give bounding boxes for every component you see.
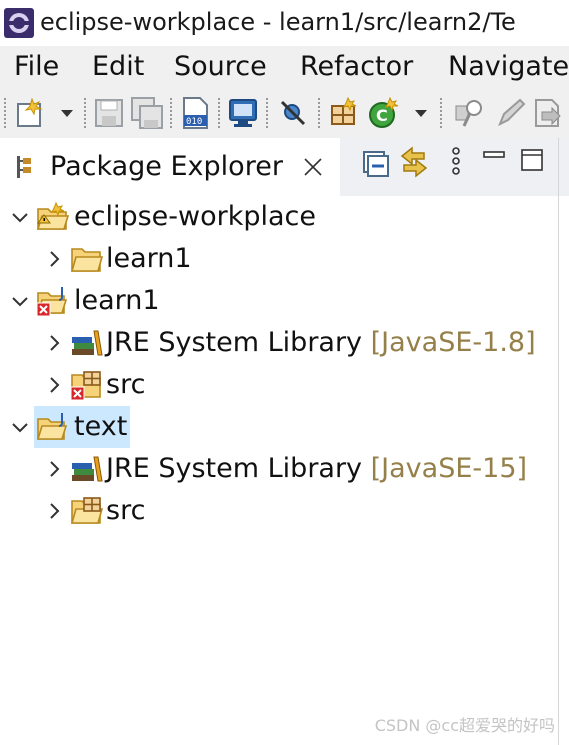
menu-file[interactable]: File xyxy=(14,48,59,86)
menu-refactor[interactable]: Refactor xyxy=(300,48,413,86)
chevron-down-icon[interactable] xyxy=(10,207,30,227)
new-java-package-icon[interactable] xyxy=(326,96,360,130)
annotation-nav-icon[interactable] xyxy=(532,96,566,130)
svg-text:010: 010 xyxy=(186,117,202,127)
binary-file-icon[interactable]: 010 xyxy=(178,96,212,130)
toolbar-separator xyxy=(218,98,220,128)
toolbar-separator xyxy=(318,98,320,128)
tree-row-label: text xyxy=(74,411,128,442)
menu-source[interactable]: Source xyxy=(174,48,267,86)
tree-row[interactable]: learn1 xyxy=(0,238,558,280)
view-menu-icon[interactable] xyxy=(440,146,472,178)
toolbar-grip[interactable] xyxy=(4,98,6,128)
tree-row-label: learn1 xyxy=(74,285,160,316)
chevron-down-icon[interactable] xyxy=(10,291,30,311)
tree-row[interactable]: text xyxy=(0,406,558,448)
save-icon[interactable] xyxy=(92,96,126,130)
library-version: [JavaSE-1.8] xyxy=(370,327,536,358)
toolbar-separator xyxy=(170,98,172,128)
window-title: eclipse-workplace - learn1/src/learn2/Te xyxy=(40,8,516,36)
library-name: JRE System Library xyxy=(106,327,363,358)
tree-row[interactable]: JRE System Library [JavaSE-15] xyxy=(0,448,558,490)
tab-package-explorer[interactable]: Package Explorer xyxy=(0,138,340,196)
new-class-icon[interactable]: C xyxy=(366,96,400,130)
maximize-icon[interactable] xyxy=(516,144,548,176)
link-with-editor-icon[interactable] xyxy=(398,146,430,178)
title-bar: eclipse-workplace - learn1/src/learn2/Te xyxy=(0,0,569,46)
tree-row[interactable]: src xyxy=(0,364,558,406)
eclipse-app-icon xyxy=(4,8,34,38)
library-icon xyxy=(72,330,103,356)
tree-row-label: src xyxy=(106,369,146,400)
package-tree: eclipse-workplace learn1 learn1 JRE Syst… xyxy=(0,196,558,745)
java-project-icon xyxy=(36,413,68,440)
collapse-all-icon[interactable] xyxy=(360,148,392,180)
main-toolbar: 010 C xyxy=(0,88,569,138)
package-folder-error-icon xyxy=(70,371,101,401)
view-border xyxy=(558,138,559,745)
new-wizard-icon[interactable] xyxy=(14,96,48,130)
view-tab-bar: Package Explorer xyxy=(0,138,569,196)
chevron-right-icon[interactable] xyxy=(44,459,64,479)
search-icon[interactable] xyxy=(452,96,486,130)
tree-row-label: JRE System Library [JavaSE-1.8] xyxy=(106,324,536,362)
menu-bar: File Edit Source Refactor Navigate xyxy=(0,46,569,88)
svg-text:C: C xyxy=(376,106,388,125)
tree-row-label: src xyxy=(106,495,146,526)
toolbar-separator xyxy=(440,98,442,128)
minimize-icon[interactable] xyxy=(478,144,510,176)
tree-row[interactable]: JRE System Library [JavaSE-1.8] xyxy=(0,322,558,364)
chevron-right-icon[interactable] xyxy=(44,375,64,395)
tree-row[interactable]: learn1 xyxy=(0,280,558,322)
skip-breakpoints-icon[interactable] xyxy=(276,96,310,130)
save-all-icon[interactable] xyxy=(130,96,164,130)
library-version: [JavaSE-15] xyxy=(370,453,528,484)
menu-edit[interactable]: Edit xyxy=(92,48,144,86)
chevron-right-icon[interactable] xyxy=(44,501,64,521)
chevron-right-icon[interactable] xyxy=(44,333,64,353)
chevron-down-icon[interactable] xyxy=(60,106,74,120)
folder-icon xyxy=(70,248,104,272)
tree-row-label: learn1 xyxy=(106,243,192,274)
tree-row-label: JRE System Library [JavaSE-15] xyxy=(106,450,527,488)
pen-edit-icon[interactable] xyxy=(494,96,528,130)
close-icon[interactable] xyxy=(302,156,324,178)
watermark: CSDN @cc超爱哭的好吗 xyxy=(374,716,555,735)
tree-row[interactable]: src xyxy=(0,490,558,532)
chevron-right-icon[interactable] xyxy=(44,249,64,269)
chevron-down-icon[interactable] xyxy=(414,106,428,120)
chevron-down-icon[interactable] xyxy=(10,417,30,437)
tree-row[interactable]: eclipse-workplace xyxy=(0,196,558,238)
working-set-icon xyxy=(36,201,70,230)
package-folder-icon xyxy=(70,497,104,524)
toolbar-separator xyxy=(266,98,268,128)
package-explorer-icon xyxy=(17,156,31,178)
menu-navigate[interactable]: Navigate xyxy=(448,48,569,86)
view-title: Package Explorer xyxy=(50,151,283,182)
tree-row-label: eclipse-workplace xyxy=(74,201,316,232)
toolbar-separator xyxy=(84,98,86,128)
library-name: JRE System Library xyxy=(106,453,363,484)
java-project-error-icon xyxy=(36,287,68,317)
terminal-icon[interactable] xyxy=(226,96,260,130)
library-icon xyxy=(72,456,103,482)
